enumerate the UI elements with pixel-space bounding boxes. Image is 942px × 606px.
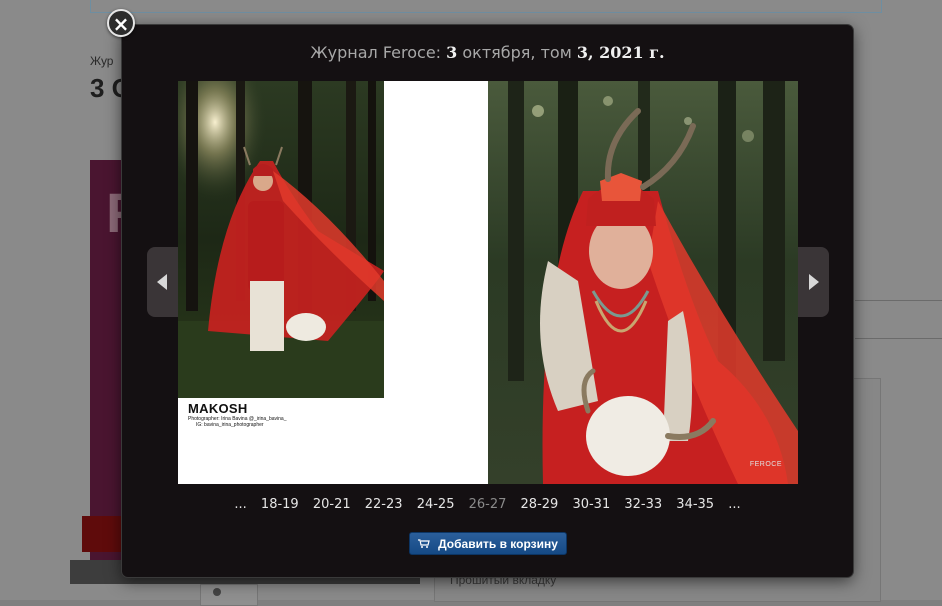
pager-ellipsis-start: ... [234,497,247,512]
right-page-photo [488,81,798,484]
pager-ellipsis-end: ... [728,497,741,512]
arrow-left-icon [157,274,167,290]
pager-item[interactable]: 28-29 [521,497,559,512]
top-bar [90,0,882,13]
add-to-cart-button[interactable]: Добавить в корзину [409,532,567,555]
cart-icon [418,539,430,548]
title-day: 3 [446,43,458,62]
left-page: MAKOSH Photographer: Irina Bavina @_irin… [178,81,488,484]
user-icon [213,588,221,596]
prev-page-button[interactable] [147,247,179,317]
pager-item[interactable]: 22-23 [365,497,403,512]
pager-item[interactable]: 32-33 [624,497,662,512]
title-middle: октября, том [457,43,577,62]
right-page: FEROCE [488,81,798,484]
bg-heading-small: Жур [90,54,114,68]
photo-caption: MAKOSH Photographer: Irina Bavina @_irin… [188,401,286,428]
pager-item[interactable]: 20-21 [313,497,351,512]
pager-item-current: 26-27 [468,497,507,512]
ribbon [82,516,126,552]
caption-instagram: IG: bavina_irina_photographer [196,422,264,428]
modal-title: Журнал Feroce: 3 октября, том 3, 2021 г. [122,43,853,62]
pager-item[interactable]: 24-25 [417,497,455,512]
pager-item[interactable]: 18-19 [261,497,299,512]
arrow-right-icon [809,274,819,290]
side-panel-divider [855,338,942,339]
close-icon[interactable]: × [107,9,135,37]
pager-item[interactable]: 34-35 [676,497,714,512]
magazine-viewer-modal: Журнал Feroce: 3 октября, том 3, 2021 г. [122,25,853,577]
pager-item[interactable]: 30-31 [572,497,610,512]
title-prefix: Журнал Feroce: [310,43,447,62]
page-pager: ... 18-19 20-21 22-23 24-25 26-27 28-29 … [122,497,853,512]
add-to-cart-label: Добавить в корзину [438,536,558,551]
user-box [200,584,258,606]
left-page-photo [178,81,384,398]
title-volume-year: 3, 2021 г. [576,43,665,62]
photo-watermark: FEROCE [749,461,782,468]
page-spread: MAKOSH Photographer: Irina Bavina @_irin… [178,81,798,484]
caption-title: MAKOSH [188,401,248,416]
next-page-button[interactable] [797,247,829,317]
